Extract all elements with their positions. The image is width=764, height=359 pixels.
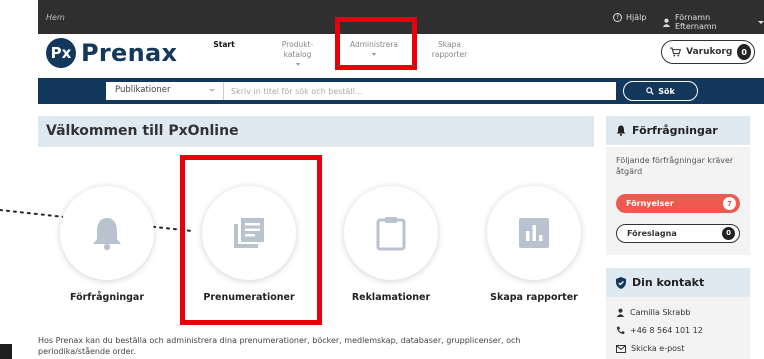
- nav-product-catalog[interactable]: Produkt- katalog: [270, 40, 325, 66]
- logo[interactable]: Px Prenax: [46, 38, 177, 68]
- highlight-administrera: [335, 17, 417, 70]
- contact-phone-row[interactable]: +46 8 564 101 12: [616, 326, 703, 335]
- renewals-count-badge: 7: [723, 197, 736, 210]
- suggested-count-badge: 0: [722, 226, 735, 240]
- requests-panel-title: Förfrågningar: [632, 124, 718, 137]
- renewals-label: Förnyelser: [626, 199, 674, 208]
- requests-panel-text: Följande förfrågningar kräver åtgärd: [616, 156, 734, 176]
- chevron-down-icon: [209, 89, 215, 92]
- contact-name: Camilla Skrabb: [630, 308, 691, 317]
- chevron-down-icon: [758, 20, 764, 24]
- search-input[interactable]: [223, 82, 616, 100]
- help-label: Hjälp: [626, 13, 647, 22]
- user-menu[interactable]: Förnamn Efternamn: [662, 13, 764, 31]
- search-icon: [646, 87, 655, 95]
- tile-complaints-label[interactable]: Reklamationer: [326, 292, 456, 303]
- bell-icon: [93, 218, 121, 251]
- intro-text: Hos Prenax kan du beställa och administr…: [38, 336, 521, 356]
- suggested-label: Föreslagna: [627, 229, 677, 238]
- nav-start-label: Start: [213, 40, 235, 49]
- cart-count-badge: 0: [737, 44, 751, 60]
- tile-complaints[interactable]: [344, 186, 438, 280]
- search-scope-value: Publikationer: [115, 85, 171, 95]
- contact-panel-title: Din kontakt: [632, 276, 705, 289]
- contact-email-link: Skicka e-post: [631, 344, 685, 353]
- home-link[interactable]: Hem: [46, 13, 65, 22]
- help-link[interactable]: ? Hjälp: [613, 13, 646, 22]
- contact-panel-header: Din kontakt: [606, 268, 750, 297]
- tile-requests[interactable]: [60, 186, 154, 280]
- renewals-button[interactable]: Förnyelser 7: [616, 194, 740, 213]
- dark-corner-block: [0, 344, 12, 359]
- nav-start[interactable]: Start: [204, 40, 244, 50]
- requests-panel: Följande förfrågningar kräver åtgärd För…: [606, 147, 750, 255]
- contact-email-row[interactable]: Skicka e-post: [616, 344, 684, 353]
- user-icon: [662, 18, 671, 27]
- contact-name-row: Camilla Skrabb: [616, 308, 690, 317]
- tile-create-reports-label[interactable]: Skapa rapporter: [469, 292, 599, 303]
- nav-product-catalog-label-1: Produkt-: [281, 40, 314, 49]
- suggested-button[interactable]: Föreslagna 0: [616, 224, 740, 243]
- nav-product-catalog-label-2: katalog: [283, 50, 312, 59]
- user-icon: [616, 308, 625, 317]
- cart-button[interactable]: Varukorg 0: [661, 40, 755, 64]
- search-bar: Publikationer Sök: [38, 78, 764, 104]
- bell-icon: [616, 125, 626, 136]
- cart-label: Varukorg: [686, 47, 733, 57]
- nav-create-reports-label-1: Skapa: [438, 40, 461, 49]
- requests-panel-header: Förfrågningar: [606, 116, 750, 145]
- cart-icon: [670, 47, 682, 57]
- envelope-icon: [616, 344, 626, 353]
- tile-requests-label[interactable]: Förfrågningar: [42, 292, 172, 303]
- nav-create-reports-label-2: rapporter: [431, 50, 468, 59]
- contact-phone: +46 8 564 101 12: [630, 326, 703, 335]
- bar-chart-icon: [519, 218, 549, 248]
- logo-mark: Px: [46, 38, 76, 68]
- user-name: Förnamn Efternamn: [674, 13, 717, 31]
- help-icon: ?: [613, 13, 622, 22]
- logo-text: Prenax: [81, 39, 178, 67]
- chevron-down-icon: [295, 63, 300, 66]
- shield-check-icon: [616, 276, 626, 289]
- search-button-label: Sök: [658, 86, 675, 96]
- phone-icon: [616, 326, 625, 335]
- nav-create-reports[interactable]: Skapa rapporter: [422, 40, 477, 60]
- highlight-subscriptions: [180, 155, 322, 325]
- search-button[interactable]: Sök: [623, 81, 698, 101]
- search-scope-select[interactable]: Publikationer: [106, 82, 223, 100]
- welcome-heading: Välkommen till PxOnline: [38, 116, 594, 147]
- clipboard-icon: [376, 217, 406, 251]
- tile-create-reports[interactable]: [487, 186, 581, 280]
